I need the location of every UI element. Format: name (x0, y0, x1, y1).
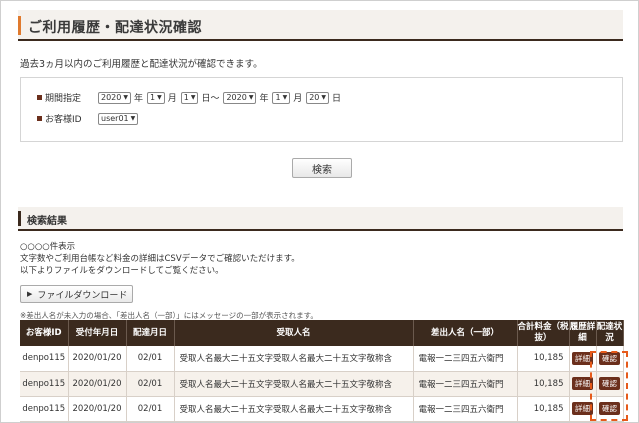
column-header: 配達状況 (596, 320, 624, 346)
to-year-select[interactable]: 2020 ▼ (223, 91, 257, 104)
column-header: お客様ID (20, 320, 69, 346)
from-month-select[interactable]: 1 ▼ (147, 91, 165, 104)
unit-day-to: 日 (332, 94, 342, 104)
customer-id-cell: denpo115 (20, 371, 69, 397)
recipient-cell: 受取人名最大二十五文字受取人名最大二十五文字敬称含 (174, 346, 414, 372)
sender-cell: 電報一二三四五六衛門 (413, 371, 518, 397)
play-arrow-icon: ▶ (27, 290, 33, 298)
unit-month: 月 (293, 94, 303, 104)
received-date-cell: 2020/01/20 (68, 371, 127, 397)
unit-year: 年 (259, 94, 269, 104)
square-bullet-icon (37, 116, 42, 121)
info-line-1: 文字数やご利用台帳など料金の詳細はCSVデータでご確認いただけます。 (20, 254, 300, 264)
unit-month: 月 (167, 94, 177, 104)
sender-cell: 電報一二三四五六衛門 (413, 346, 518, 372)
chevron-down-icon: ▼ (248, 94, 254, 101)
square-bullet-icon (37, 95, 42, 100)
column-header: 受付年月日 (68, 320, 127, 346)
recipient-cell: 受取人名最大二十五文字受取人名最大二十五文字敬称含 (174, 396, 414, 422)
results-table: お客様ID 受付年月日 配達月日 受取人名 差出人名（一部） 合計料金（税抜） … (20, 320, 624, 422)
status-highlight-box (590, 351, 628, 421)
chevron-down-icon: ▼ (130, 115, 136, 122)
search-button[interactable]: 検索 (292, 158, 352, 178)
page-title: ご利用履歴・配達状況確認 (28, 20, 202, 36)
table-header-row: お客様ID 受付年月日 配達月日 受取人名 差出人名（一部） 合計料金（税抜） … (20, 320, 624, 346)
customer-id-select[interactable]: user01 ▼ (98, 112, 139, 125)
sender-cell: 電報一二三四五六衛門 (413, 396, 518, 422)
file-download-label: ファイルダウンロード (37, 290, 128, 301)
column-header: 配達月日 (126, 320, 175, 346)
page-frame: ご利用履歴・配達状況確認 過去3ヵ月以内のご利用履歴と配達状況が確認できます。 … (0, 0, 639, 423)
recipient-cell: 受取人名最大二十五文字受取人名最大二十五文字敬称含 (174, 371, 414, 397)
unit-day-from: 日～ (201, 94, 220, 104)
from-year-select[interactable]: 2020 ▼ (98, 91, 131, 104)
total-cell: 10,185 (517, 371, 570, 397)
total-cell: 10,185 (517, 346, 570, 372)
table-row: denpo115 2020/01/20 02/01 受取人名最大二十五文字受取人… (20, 396, 624, 422)
results-heading: 検索結果 (27, 216, 67, 227)
chevron-down-icon: ▼ (321, 94, 327, 101)
result-count: ○○○○件表示 (20, 242, 76, 252)
period-label: 期間指定 (45, 94, 82, 104)
results-accent-bar (18, 211, 21, 226)
delivery-date-cell: 02/01 (126, 396, 175, 422)
received-date-cell: 2020/01/20 (68, 346, 127, 372)
column-header: 差出人名（一部） (413, 320, 518, 346)
table-row: denpo115 2020/01/20 02/01 受取人名最大二十五文字受取人… (20, 371, 624, 397)
total-cell: 10,185 (517, 396, 570, 422)
customer-id-cell: denpo115 (20, 346, 69, 372)
chevron-down-icon: ▼ (157, 94, 162, 101)
results-header: 検索結果 (18, 207, 623, 231)
chevron-down-icon: ▼ (123, 94, 128, 101)
to-month-select[interactable]: 1 ▼ (272, 91, 291, 104)
file-download-button[interactable]: ▶ ファイルダウンロード (20, 285, 133, 303)
unit-year: 年 (133, 94, 143, 104)
info-line-2: 以下よりファイルをダウンロードしてご覧ください。 (20, 266, 224, 276)
customer-id-cell: denpo115 (20, 396, 69, 422)
received-date-cell: 2020/01/20 (68, 396, 127, 422)
page-description: 過去3ヵ月以内のご利用履歴と配達状況が確認できます。 (20, 59, 263, 70)
from-day-select[interactable]: 1 ▼ (180, 91, 199, 104)
chevron-down-icon: ▼ (190, 94, 196, 101)
column-header: 合計料金（税抜） (517, 320, 570, 346)
title-accent-bar (18, 16, 21, 35)
delivery-date-cell: 02/01 (126, 371, 175, 397)
to-day-select[interactable]: 20 ▼ (306, 91, 330, 104)
customer-row: お客様ID user01 ▼ (37, 112, 141, 125)
customer-id-label: お客様ID (45, 115, 82, 125)
table-row: denpo115 2020/01/20 02/01 受取人名最大二十五文字受取人… (20, 346, 624, 372)
page-header: ご利用履歴・配達状況確認 (18, 10, 623, 41)
column-header: 履歴詳細 (569, 320, 597, 346)
filter-panel: 期間指定 2020 ▼ 年 1 ▼ 月 1 ▼ 日～ 2020 ▼ 年 1 ▼ 月 20 ▼… (20, 77, 623, 142)
delivery-date-cell: 02/01 (126, 346, 175, 372)
column-header: 受取人名 (174, 320, 414, 346)
period-row: 期間指定 2020 ▼ 年 1 ▼ 月 1 ▼ 日～ 2020 ▼ 年 1 ▼ 月 20 ▼… (37, 91, 345, 104)
chevron-down-icon: ▼ (282, 94, 288, 101)
